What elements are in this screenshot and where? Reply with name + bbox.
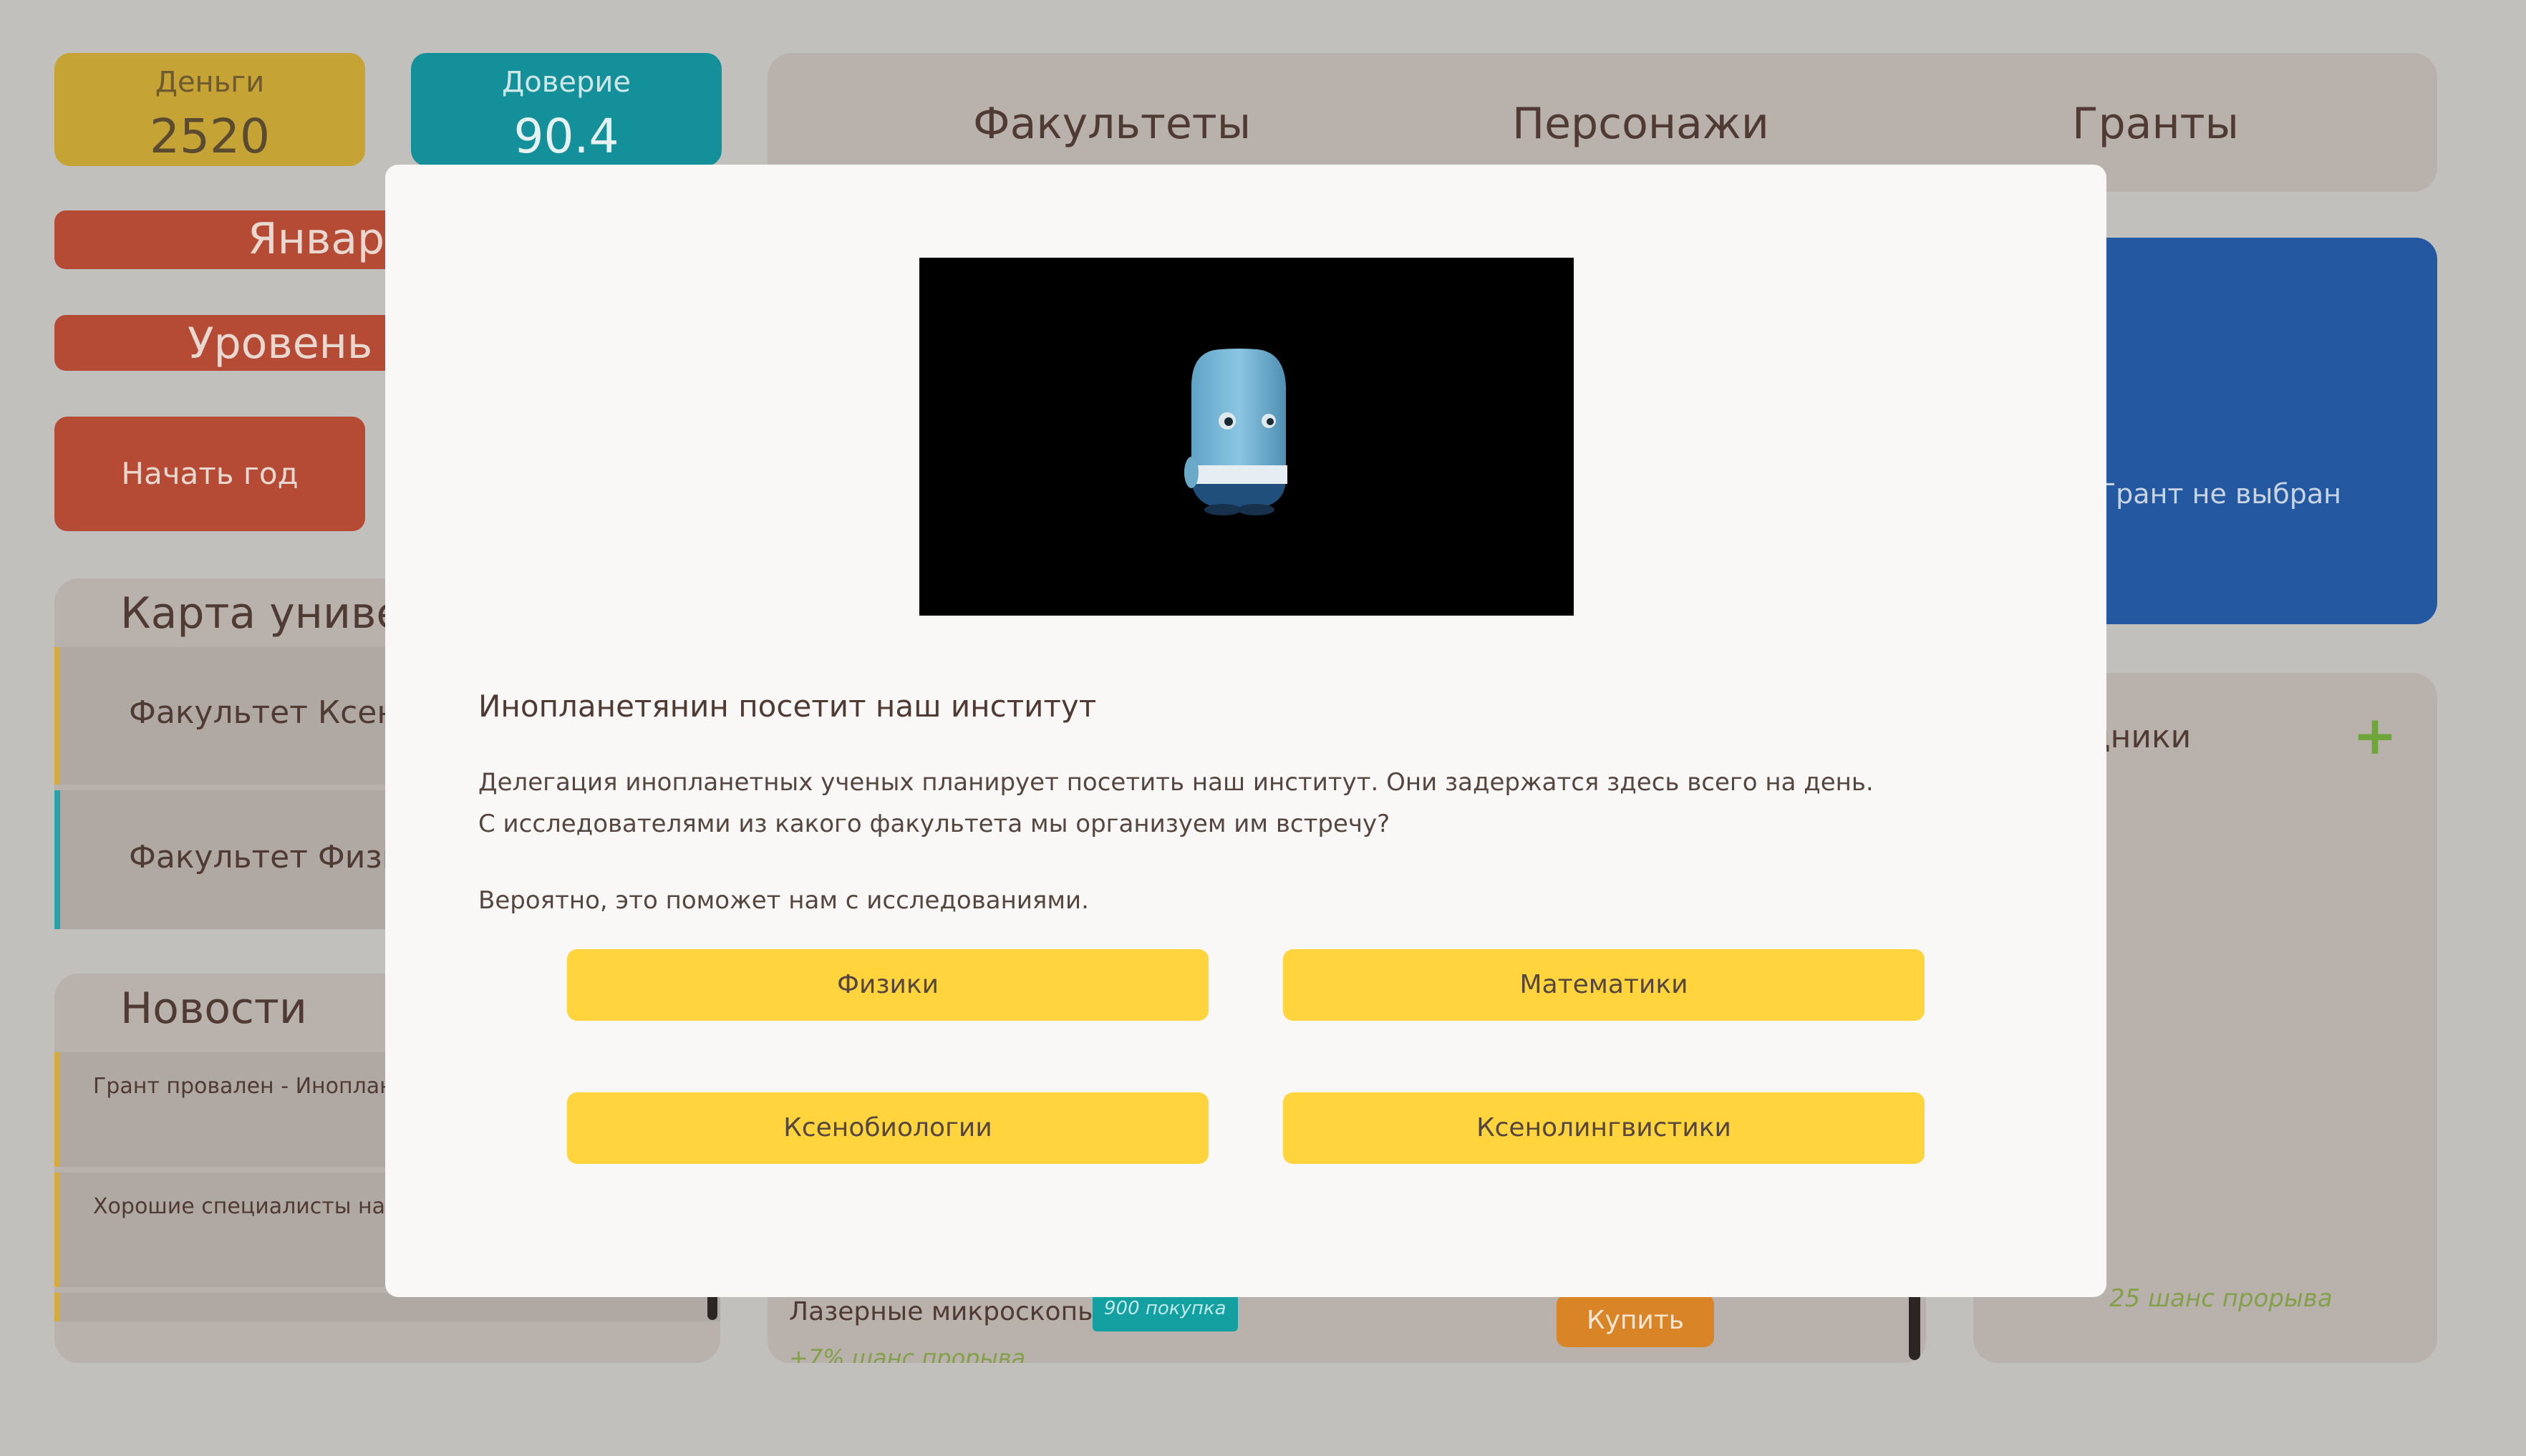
shop-item-name: Лазерные микроскопы	[789, 1297, 1098, 1326]
news-title: Новости	[120, 984, 307, 1034]
option-physics-button[interactable]: Физики	[567, 949, 1209, 1021]
add-staff-icon[interactable]: +	[2353, 709, 2397, 762]
event-body: Делегация инопланетных ученых планирует …	[478, 768, 1874, 838]
start-year-label: Начать год	[121, 456, 299, 491]
start-year-button[interactable]: Начать год	[54, 417, 365, 531]
shop-item-bonus: +7% шанс прорыва	[789, 1344, 1026, 1363]
option-xenobiology-button[interactable]: Ксенобиологии	[567, 1092, 1209, 1164]
grant-status: Грант не выбран	[2099, 478, 2342, 510]
news-text: Грант провален - Инопланет	[93, 1074, 420, 1099]
trust-value: 90.4	[513, 109, 619, 164]
event-hint: Вероятно, это поможет нам с исследования…	[478, 886, 1089, 915]
event-image	[919, 258, 1574, 616]
buy-button[interactable]: Купить	[1557, 1294, 1714, 1347]
news-text: Хорошие специалисты нам в	[93, 1194, 421, 1219]
level-banner-text: Уровень	[188, 319, 373, 369]
event-modal: Инопланетянин посетит наш институт Делег…	[385, 165, 2106, 1297]
option-math-button[interactable]: Математики	[1283, 949, 1925, 1021]
buy-label: Купить	[1587, 1306, 1684, 1335]
trust-stat: Доверие 90.4	[411, 53, 722, 166]
event-title: Инопланетянин посетит наш институт	[478, 689, 1097, 724]
staff-footer: 25 шанс прорыва	[2109, 1284, 2333, 1313]
money-value: 2520	[150, 109, 270, 164]
shop-item-badge: 900 покупка	[1093, 1291, 1238, 1331]
shop-scrollbar[interactable]	[1909, 1288, 1920, 1360]
tab-grants[interactable]: Гранты	[2072, 99, 2239, 149]
money-label: Деньги	[155, 66, 265, 99]
tab-faculties[interactable]: Факультеты	[973, 99, 1251, 149]
trust-label: Доверие	[502, 66, 631, 99]
news-item	[54, 1293, 720, 1321]
money-stat: Деньги 2520	[54, 53, 365, 166]
alien-character-icon	[1184, 349, 1287, 515]
tab-characters[interactable]: Персонажи	[1512, 99, 1769, 149]
option-xenolinguistics-button[interactable]: Ксенолингвистики	[1283, 1092, 1925, 1164]
